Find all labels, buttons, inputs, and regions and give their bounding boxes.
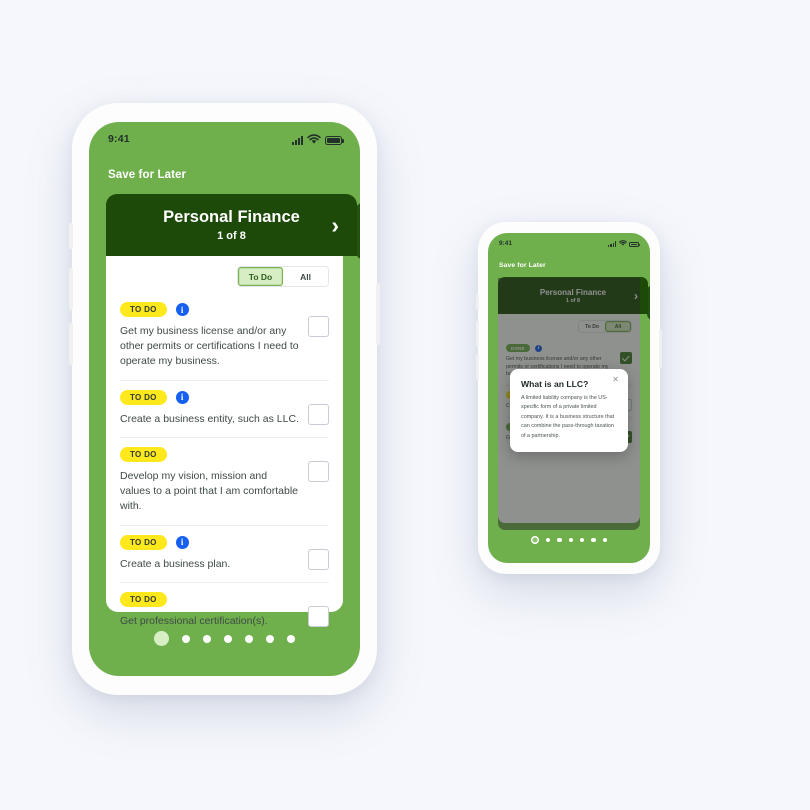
segmented-control: To Do All [237, 266, 329, 287]
status-icons [608, 240, 640, 247]
task-label: Develop my vision, mission and values to… [120, 469, 299, 513]
status-time: 9:41 [108, 133, 130, 145]
task-checkbox[interactable] [308, 460, 329, 482]
wifi-icon [618, 240, 627, 246]
info-icon[interactable]: i [175, 303, 189, 316]
task-label: Create a business entity, such as LLC. [120, 412, 299, 425]
phone-button-power [659, 330, 662, 368]
category-card[interactable]: Personal Finance 1 of 8 › [106, 194, 357, 256]
canvas: 9:41 Save for Later Personal Finance 1 o… [0, 0, 810, 810]
close-icon[interactable]: ✕ [612, 376, 619, 384]
task-checkbox[interactable] [308, 316, 329, 337]
info-icon[interactable]: i [175, 535, 189, 549]
task-content: TO DO Develop my vision, mission and val… [120, 446, 308, 515]
page-title: Save for Later [499, 262, 546, 269]
pagination-dot-active[interactable] [530, 536, 539, 544]
task-meta: TO DO i [120, 534, 300, 550]
task-content: TO DO i Create a business entity, such a… [120, 389, 308, 427]
task-row[interactable]: TO DO i Get my business license and/or a… [120, 293, 329, 381]
status-badge: TO DO [120, 534, 167, 550]
task-row[interactable]: TO DO i Create a business plan. [120, 526, 329, 583]
task-label: Get my business license and/or any other… [120, 325, 299, 368]
task-content: TO DO Get professional certification(s). [120, 591, 308, 629]
task-row[interactable]: TO DO Develop my vision, mission and val… [120, 438, 329, 526]
pagination-dot[interactable] [545, 537, 551, 543]
pagination-dots [488, 536, 650, 544]
status-badge: TO DO [120, 446, 167, 462]
task-row[interactable]: TO DO Get professional certification(s). [120, 583, 329, 639]
phone-button-volume-up [476, 321, 479, 347]
status-bar: 9:41 [89, 122, 360, 145]
task-checkbox[interactable] [308, 548, 329, 570]
info-modal: ✕ What is an LLC? A limited liability co… [510, 369, 628, 453]
task-meta: TO DO i [120, 302, 300, 317]
task-meta: TO DO [120, 446, 300, 462]
info-icon[interactable]: i [175, 390, 189, 404]
status-badge: TO DO [120, 591, 167, 607]
modal-title: What is an LLC? [521, 379, 589, 389]
status-icons [292, 133, 345, 145]
pagination-dot[interactable] [602, 537, 608, 543]
pagination-dot[interactable] [591, 537, 596, 543]
status-time: 9:41 [499, 240, 513, 247]
phone-mockup-large: 9:41 Save for Later Personal Finance 1 o… [69, 103, 380, 695]
cellular-bars-icon [608, 241, 616, 247]
category-name: Personal Finance [163, 208, 300, 226]
task-checkbox[interactable] [308, 403, 329, 425]
status-badge: TO DO [120, 302, 167, 317]
cellular-bars-icon [292, 135, 303, 145]
phone-button-mute [476, 294, 479, 310]
tab-all[interactable]: All [283, 267, 328, 286]
pagination-dot[interactable] [557, 537, 562, 543]
phone-button-volume-down [69, 323, 73, 365]
task-label: Get professional certification(s). [120, 614, 268, 627]
phone-button-volume-up [69, 268, 73, 310]
phone-button-volume-down [476, 354, 479, 380]
task-list: TO DO i Get my business license and/or a… [120, 293, 329, 639]
task-label: Create a business plan. [120, 557, 231, 570]
phone-mockup-small: 9:41 Save for Later Personal Finance [476, 222, 662, 574]
pagination-dot[interactable] [568, 537, 573, 543]
task-meta: TO DO [120, 591, 300, 607]
page-title: Save for Later [108, 169, 187, 181]
chevron-right-icon[interactable]: › [331, 213, 339, 237]
battery-full-icon [325, 136, 345, 145]
status-bar: 9:41 [488, 233, 650, 247]
battery-full-icon [629, 241, 640, 247]
screen-large: 9:41 Save for Later Personal Finance 1 o… [89, 122, 360, 676]
filter-toggle: To Do All [120, 266, 329, 287]
pagination-dot[interactable] [580, 537, 585, 543]
category-text: Personal Finance 1 of 8 [163, 208, 300, 242]
category-carousel: Personal Finance 1 of 8 › [106, 194, 360, 260]
screen-small: 9:41 Save for Later Personal Finance [488, 233, 650, 563]
wifi-icon [307, 133, 321, 144]
task-row[interactable]: TO DO i Create a business entity, such a… [120, 381, 329, 438]
task-checkbox[interactable] [308, 605, 329, 627]
tab-to-do[interactable]: To Do [238, 267, 283, 286]
task-sheet: To Do All TO DO i Get my business licens… [106, 256, 343, 627]
task-content: TO DO i Get my business license and/or a… [120, 302, 308, 370]
modal-body: A limited liability company is the US-sp… [521, 395, 615, 439]
phone-button-mute [69, 223, 73, 249]
task-content: TO DO i Create a business plan. [120, 534, 308, 572]
status-badge: TO DO [120, 389, 167, 405]
category-counter: 1 of 8 [217, 230, 246, 242]
phone-button-power [376, 283, 380, 345]
task-meta: TO DO i [120, 389, 300, 405]
